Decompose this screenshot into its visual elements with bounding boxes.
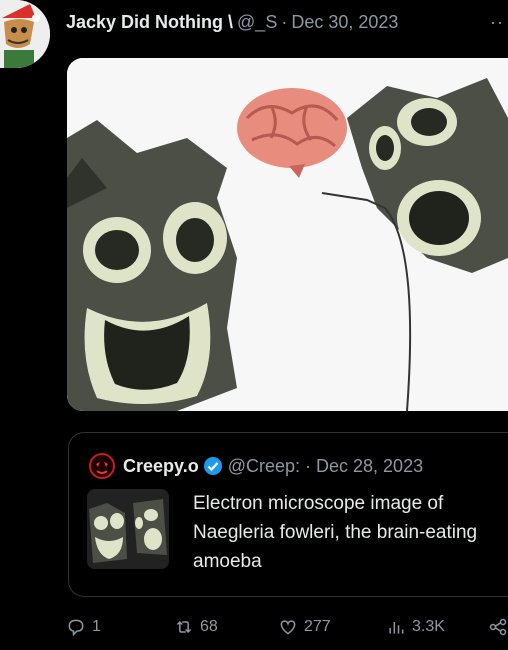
views-icon bbox=[389, 622, 404, 634]
views-button[interactable]: 3.3K bbox=[386, 617, 445, 637]
header-separator: · bbox=[281, 11, 288, 32]
author-name[interactable]: Jacky Did Nothing \ bbox=[66, 12, 233, 33]
more-options-icon[interactable]: ·· bbox=[490, 12, 504, 33]
quote-author-name[interactable]: Creepy.o bbox=[123, 456, 199, 477]
quote-author-avatar-icon[interactable] bbox=[89, 453, 115, 479]
reply-count: 1 bbox=[92, 618, 101, 635]
quote-author-handle[interactable]: @Creep: bbox=[228, 456, 300, 477]
avatar-cartoon-icon bbox=[0, 0, 50, 68]
quote-separator: · bbox=[305, 455, 312, 476]
quoted-tweet[interactable]: Creepy.o @Creep: · Dec 28, 2023 Electron… bbox=[68, 432, 508, 597]
quote-media-thumbnail[interactable] bbox=[87, 489, 169, 569]
quote-header: Creepy.o @Creep: · Dec 28, 2023 bbox=[123, 455, 508, 477]
tweet-date[interactable]: Dec 30, 2023 bbox=[291, 12, 398, 33]
share-icon bbox=[489, 618, 507, 636]
action-bar: 1 68 277 3.3K bbox=[66, 617, 508, 643]
like-count: 277 bbox=[304, 618, 331, 635]
retweet-icon bbox=[176, 620, 192, 634]
retweet-button[interactable]: 68 bbox=[174, 617, 218, 637]
like-button[interactable]: 277 bbox=[278, 617, 331, 637]
verified-badge-icon bbox=[203, 457, 222, 475]
heart-icon bbox=[280, 620, 296, 635]
author-handle[interactable]: @_S bbox=[237, 12, 277, 33]
retweet-count: 68 bbox=[200, 618, 218, 635]
share-button[interactable] bbox=[488, 617, 508, 637]
views-count: 3.3K bbox=[412, 618, 445, 635]
tweet-header: Jacky Did Nothing \ @_S · Dec 30, 2023 ·… bbox=[66, 10, 504, 34]
quote-text: Electron microscope image of Naegleria f… bbox=[193, 493, 478, 572]
amoeba-thumbnail-image bbox=[87, 489, 169, 569]
quote-date[interactable]: Dec 28, 2023 bbox=[316, 456, 423, 477]
tweet-media-image[interactable] bbox=[67, 58, 508, 411]
amoeba-meme-illustration bbox=[67, 58, 508, 411]
reply-button[interactable]: 1 bbox=[66, 617, 101, 637]
reply-icon bbox=[68, 619, 84, 637]
author-avatar[interactable] bbox=[0, 0, 50, 68]
